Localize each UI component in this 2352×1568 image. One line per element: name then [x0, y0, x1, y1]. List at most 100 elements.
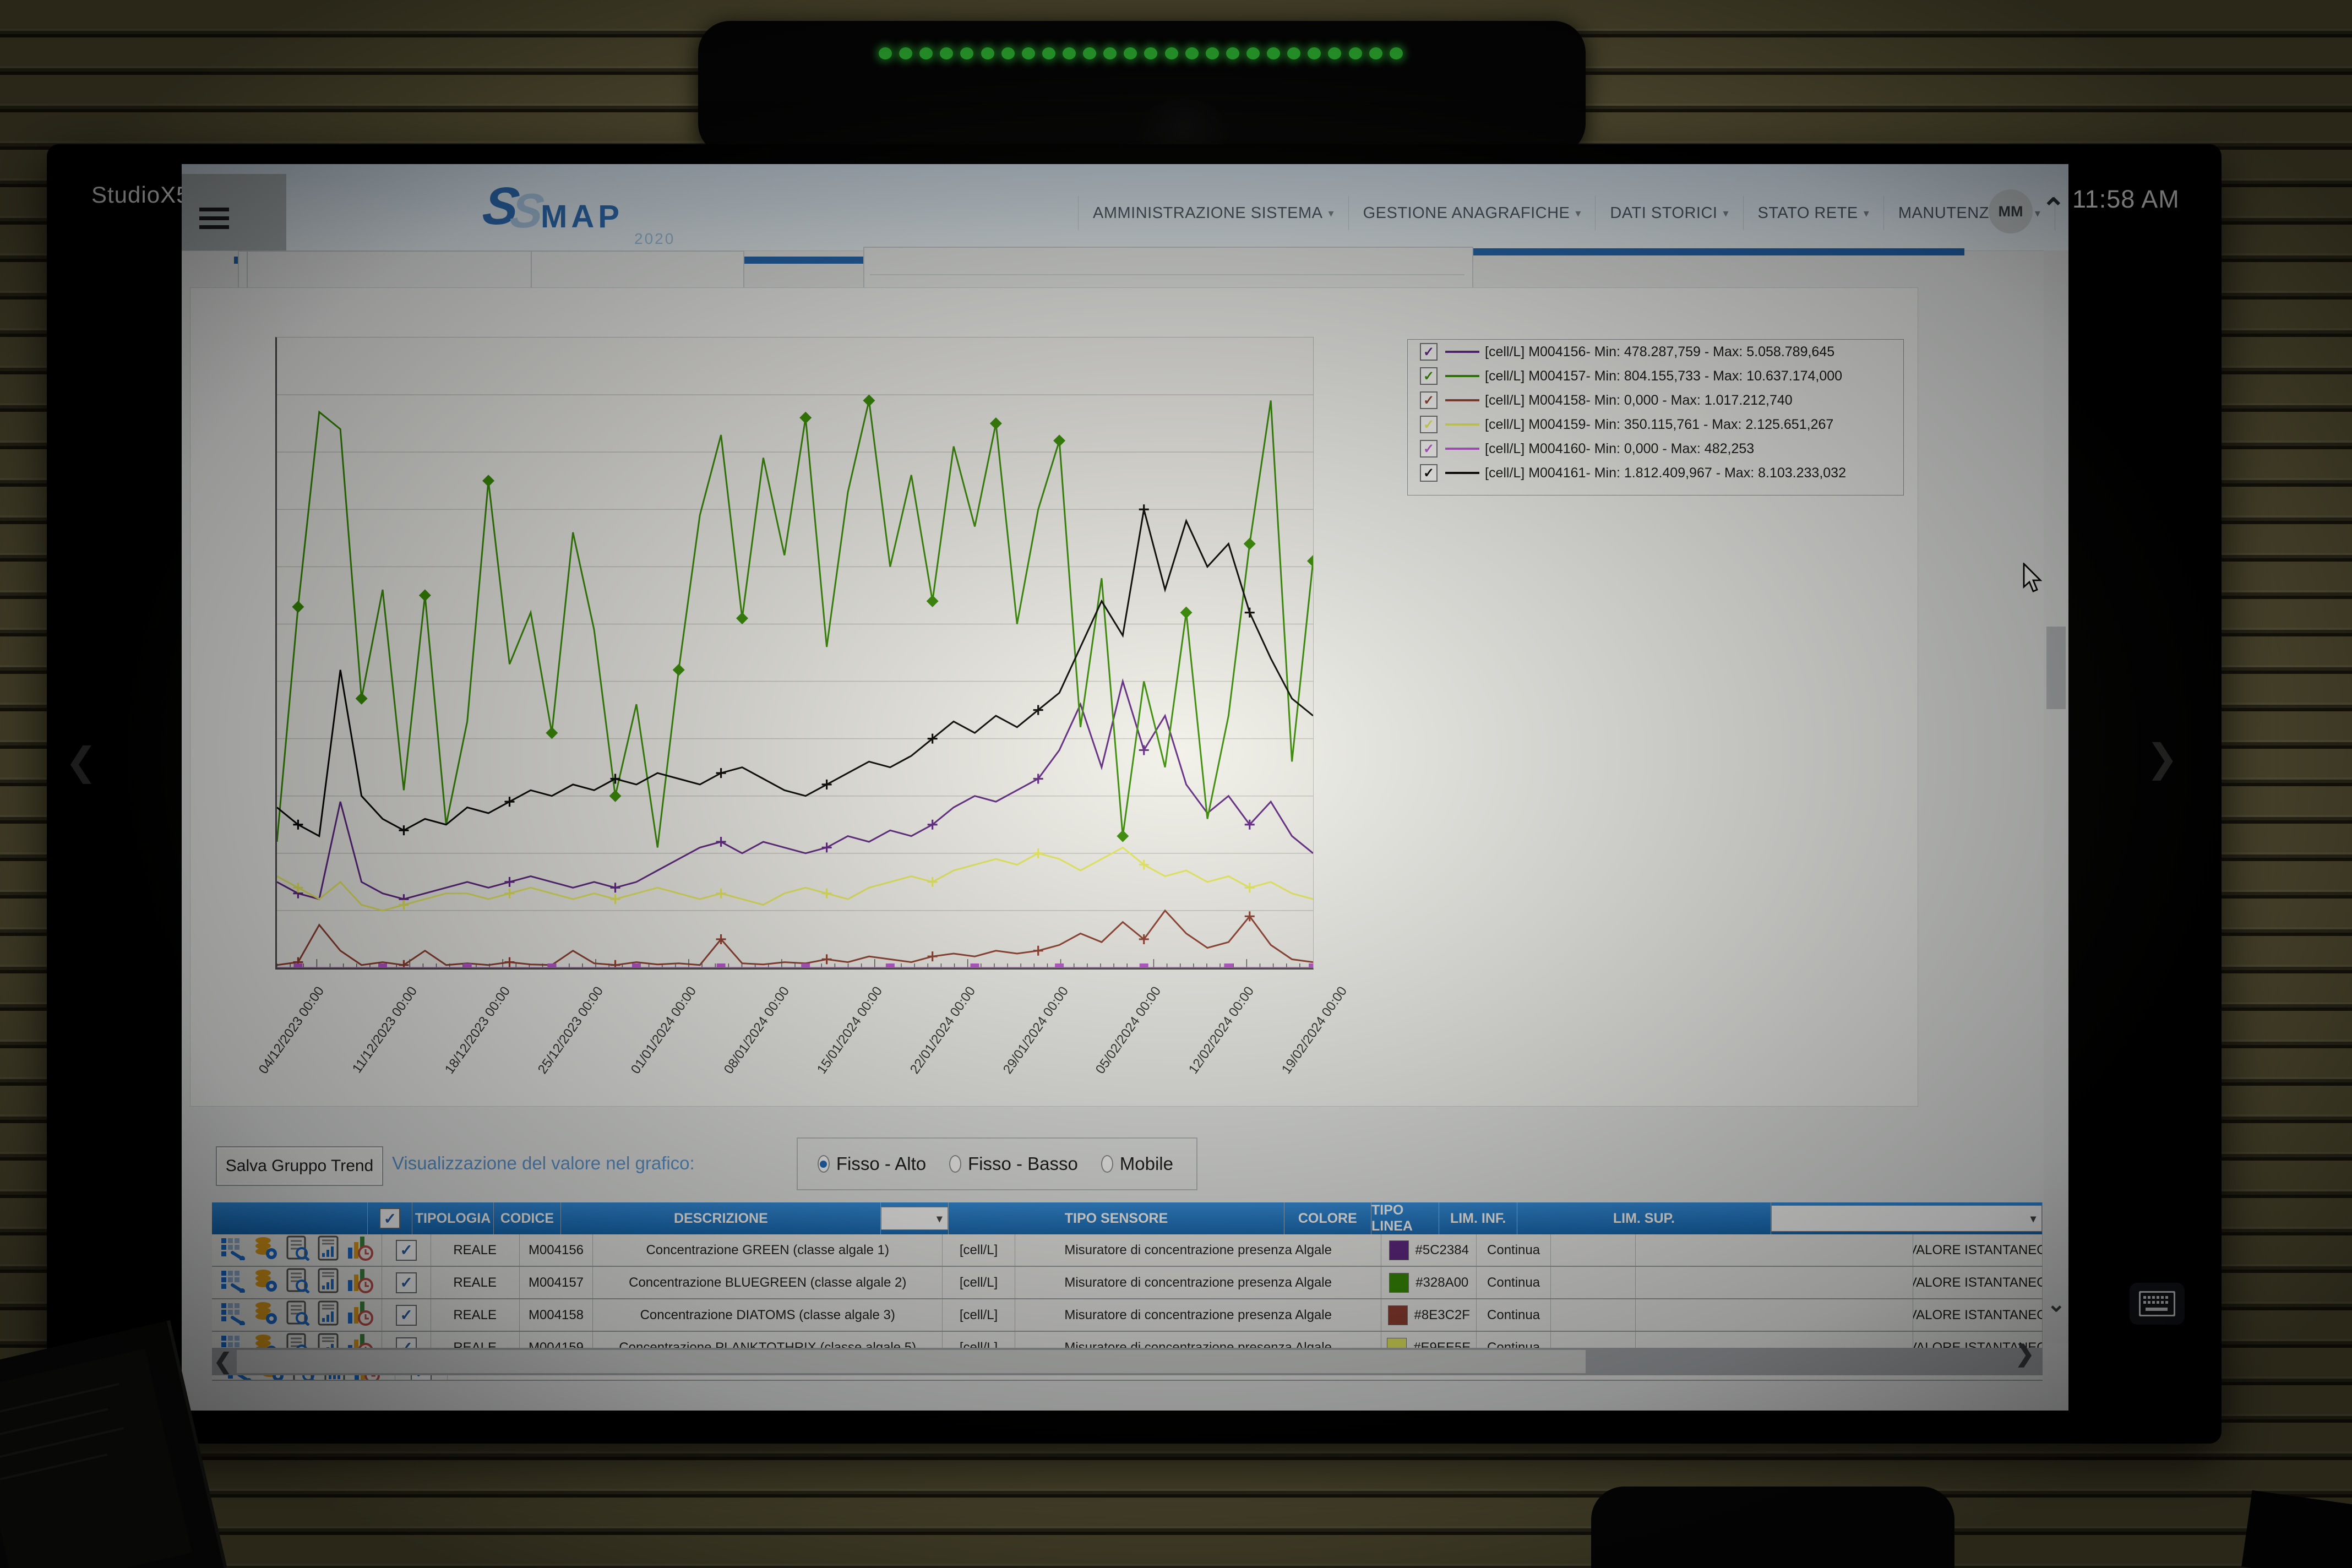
cell-tipologia: REALE: [431, 1234, 520, 1266]
cell-colore: #328A00: [1381, 1267, 1477, 1298]
cell-lim-inf: [1551, 1234, 1636, 1266]
column-header: DESCRIZIONE: [561, 1202, 881, 1234]
cell-unita: [cell/L]: [943, 1267, 1015, 1298]
cell-lim-inf: [1551, 1299, 1636, 1331]
keyboard-icon: [2139, 1291, 2175, 1316]
database-gear-icon[interactable]: [253, 1301, 279, 1329]
led-dot: [1083, 47, 1096, 59]
led-dot: [1124, 47, 1137, 59]
clock: 11:58 AM: [2072, 185, 2180, 214]
cell-lim-sup: [1636, 1267, 1913, 1298]
scroll-right-icon[interactable]: ❯: [2015, 1340, 2034, 1367]
legend-label: [cell/L] M004159- Min: 350.115,761 - Max…: [1485, 417, 1833, 433]
column-header: [212, 1202, 368, 1234]
row-checkbox[interactable]: ✓: [396, 1240, 417, 1261]
row-checkbox[interactable]: ✓: [396, 1272, 417, 1293]
unit-filter-select[interactable]: ▾: [881, 1207, 948, 1230]
radio-mobile[interactable]: [1101, 1155, 1113, 1173]
nav-item-amministrazione-sistema[interactable]: AMMINISTRAZIONE SISTEMA▾: [1078, 196, 1348, 230]
table-row-M004157: ✓REALEM004157Concentrazione BLUEGREEN (c…: [212, 1267, 2043, 1299]
scroll-up-chevron-icon[interactable]: ⌃: [2041, 193, 2066, 226]
value-type-filter-select[interactable]: ▾: [1771, 1205, 2042, 1232]
bezel-left-arrow-icon[interactable]: ❮: [65, 742, 97, 781]
cell-descrizione: Concentrazione GREEN (classe algale 1): [593, 1234, 943, 1266]
bars-clock-icon[interactable]: [347, 1300, 373, 1330]
database-gear-icon[interactable]: [253, 1268, 279, 1297]
legend-row-M004160: ✓ [cell/L] M004160- Min: 0,000 - Max: 48…: [1408, 437, 1903, 461]
save-trend-group-button[interactable]: Salva Gruppo Trend: [216, 1146, 383, 1186]
legend-row-M004161: ✓ [cell/L] M004161- Min: 1.812.409,967 -…: [1408, 461, 1903, 485]
led-dot: [1144, 47, 1157, 59]
legend-row-M004159: ✓ [cell/L] M004159- Min: 350.115,761 - M…: [1408, 412, 1903, 437]
cell-codice: M004158: [520, 1299, 594, 1331]
clipboard-search-icon[interactable]: [285, 1268, 311, 1297]
color-swatch: [1389, 1273, 1409, 1293]
clipboard-search-icon[interactable]: [285, 1300, 311, 1330]
sidebar-toggle-area: [182, 174, 286, 251]
clipboard-search-icon[interactable]: [285, 1235, 311, 1265]
scroll-left-icon[interactable]: ❮: [214, 1349, 232, 1374]
legend-checkbox-M004160[interactable]: ✓: [1420, 440, 1438, 458]
select-all-checkbox[interactable]: ✓: [379, 1208, 400, 1229]
led-dot: [1287, 47, 1300, 59]
table-row-M004158: ✓REALEM004158Concentrazione DIATOMS (cla…: [212, 1299, 2043, 1332]
foreground-object-2: [2241, 1490, 2352, 1568]
row-checkbox[interactable]: ✓: [396, 1305, 417, 1326]
vertical-scrollbar-thumb[interactable]: [2046, 627, 2066, 709]
chart-legend: ✓ [cell/L] M004156- Min: 478.287,759 - M…: [1407, 339, 1904, 496]
led-dot: [1226, 47, 1239, 59]
led-strip: [879, 45, 1403, 62]
cell-descrizione: Concentrazione DIATOMS (classe algale 3): [593, 1299, 943, 1331]
grid-wrench-icon[interactable]: [220, 1301, 247, 1329]
cell-valore: VALORE ISTANTANEO: [1913, 1267, 2043, 1298]
logo-year: 2020: [634, 230, 675, 248]
report-chart-icon[interactable]: [317, 1300, 340, 1330]
led-dot: [1185, 47, 1199, 59]
unit-filter-cell: ▾: [881, 1202, 949, 1234]
row-actions: [212, 1267, 382, 1298]
legend-label: [cell/L] M004158- Min: 0,000 - Max: 1.01…: [1485, 393, 1793, 409]
nav-item-gestione-anagrafiche[interactable]: GESTIONE ANAGRAFICHE▾: [1348, 196, 1596, 230]
horizontal-scrollbar-thumb[interactable]: [237, 1350, 1586, 1373]
legend-checkbox-M004157[interactable]: ✓: [1420, 367, 1438, 385]
report-chart-icon[interactable]: [317, 1268, 340, 1297]
cell-codice: M004156: [520, 1234, 594, 1266]
hamburger-menu-button[interactable]: [199, 203, 229, 234]
bars-clock-icon[interactable]: [347, 1235, 373, 1265]
report-chart-icon[interactable]: [317, 1235, 340, 1265]
legend-checkbox-M004161[interactable]: ✓: [1420, 464, 1438, 482]
legend-row-M004157: ✓ [cell/L] M004157- Min: 804.155,733 - M…: [1408, 364, 1903, 388]
legend-checkbox-M004156[interactable]: ✓: [1420, 343, 1438, 361]
vertical-scrollbar[interactable]: [2044, 251, 2068, 1343]
legend-row-M004158: ✓ [cell/L] M004158- Min: 0,000 - Max: 1.…: [1408, 388, 1903, 412]
legend-checkbox-M004158[interactable]: ✓: [1420, 391, 1438, 409]
nav-item-dati-storici[interactable]: DATI STORICI▾: [1595, 196, 1743, 230]
legend-row-M004156: ✓ [cell/L] M004156- Min: 478.287,759 - M…: [1408, 340, 1903, 364]
series-line-M004158: [277, 911, 1313, 965]
bezel-right-arrow-icon[interactable]: ❯: [2146, 739, 2179, 777]
cell-codice: M004157: [520, 1267, 594, 1298]
user-avatar[interactable]: MM: [1989, 189, 2033, 233]
database-gear-icon[interactable]: [253, 1236, 279, 1264]
cell-tipo-linea: Continua: [1477, 1299, 1551, 1331]
on-screen-keyboard-button[interactable]: [2130, 1283, 2185, 1325]
grid-wrench-icon[interactable]: [220, 1268, 247, 1297]
led-dot: [940, 47, 953, 59]
led-dot: [960, 47, 973, 59]
legend-label: [cell/L] M004160- Min: 0,000 - Max: 482,…: [1485, 441, 1754, 457]
photo-stage: StudioX50 11:58 AM ❮ ❯ S S MAP 2020 AMMI…: [0, 0, 2352, 1568]
color-swatch: [1389, 1240, 1409, 1260]
cell-tipo-linea: Continua: [1477, 1267, 1551, 1298]
radio-fisso-alto[interactable]: [818, 1155, 830, 1173]
legend-line-sample: [1445, 399, 1479, 401]
color-hex: #328A00: [1415, 1275, 1468, 1291]
grid-wrench-icon[interactable]: [220, 1236, 247, 1264]
chevron-down-icon: ▾: [1329, 206, 1334, 220]
table-header-row: ✓TIPOLOGIACODICEDESCRIZIONE▾TIPO SENSORE…: [212, 1202, 2043, 1234]
legend-checkbox-M004159[interactable]: ✓: [1420, 416, 1438, 433]
cell-colore: #5C2384: [1381, 1234, 1477, 1266]
scroll-down-icon[interactable]: ⌄: [2047, 1292, 2066, 1317]
radio-fisso-basso[interactable]: [949, 1155, 961, 1173]
nav-item-stato-rete[interactable]: STATO RETE▾: [1743, 196, 1883, 230]
bars-clock-icon[interactable]: [347, 1268, 373, 1297]
